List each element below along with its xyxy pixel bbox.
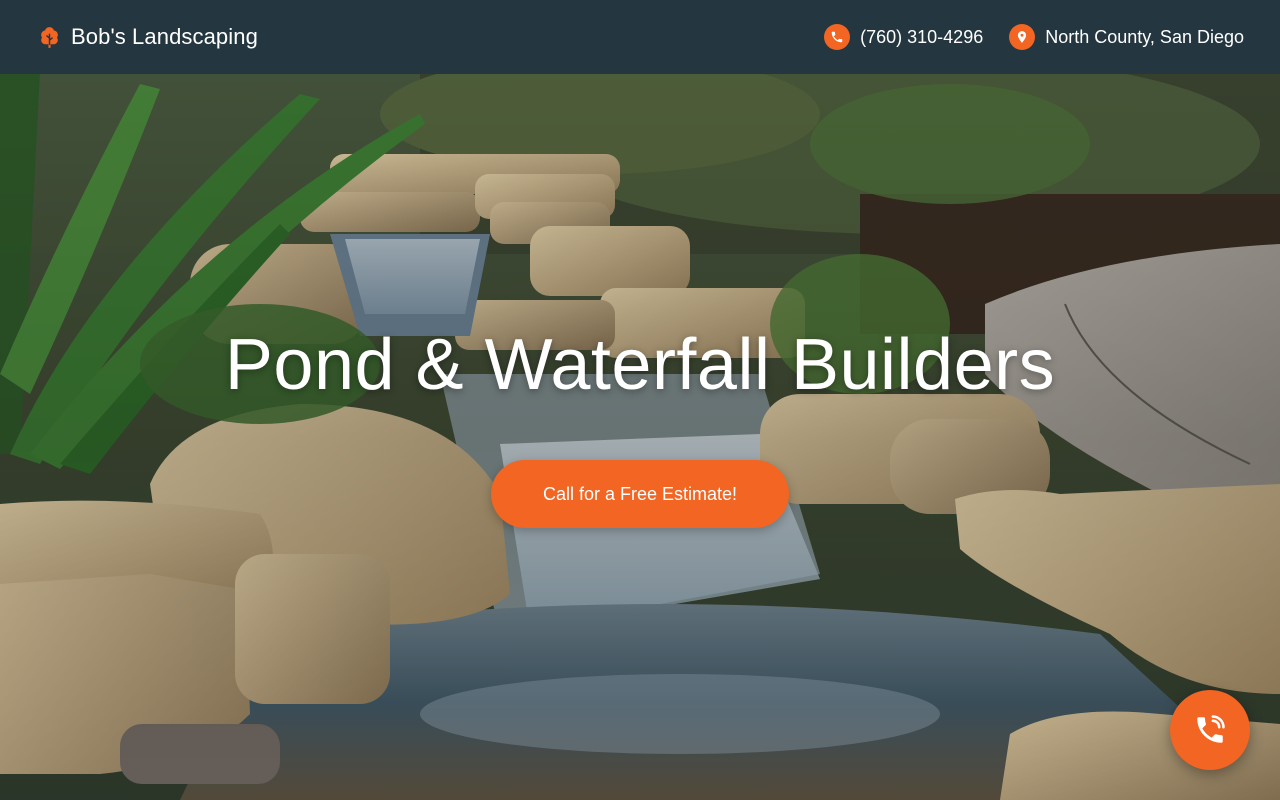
phone-call-icon [1197, 715, 1225, 743]
phone-number: (760) 310-4296 [860, 26, 984, 47]
header-location-link[interactable]: North County, San Diego [1009, 24, 1244, 50]
phone-icon [824, 24, 851, 50]
hero-content: Pond & Waterfall Builders Call for a Fre… [0, 74, 1280, 800]
header-phone-link[interactable]: (760) 310-4296 [824, 24, 983, 50]
header-contact: (760) 310-4296 North County, San Diego [824, 24, 1244, 50]
brand-name: Bob's Landscaping [71, 24, 258, 49]
location-text: North County, San Diego [1045, 26, 1244, 47]
site-header: Bob's Landscaping (760) 310-4296 North C… [0, 0, 1280, 74]
page: Bob's Landscaping (760) 310-4296 North C… [0, 0, 1280, 800]
free-estimate-button[interactable]: Call for a Free Estimate! [491, 460, 789, 528]
map-pin-icon [1009, 24, 1036, 50]
floating-call-button[interactable] [1170, 690, 1250, 770]
hero-title: Pond & Waterfall Builders [224, 325, 1056, 405]
hero-section: Pond & Waterfall Builders Call for a Fre… [0, 74, 1280, 800]
tree-icon [41, 26, 58, 48]
brand-link[interactable]: Bob's Landscaping [37, 24, 258, 50]
